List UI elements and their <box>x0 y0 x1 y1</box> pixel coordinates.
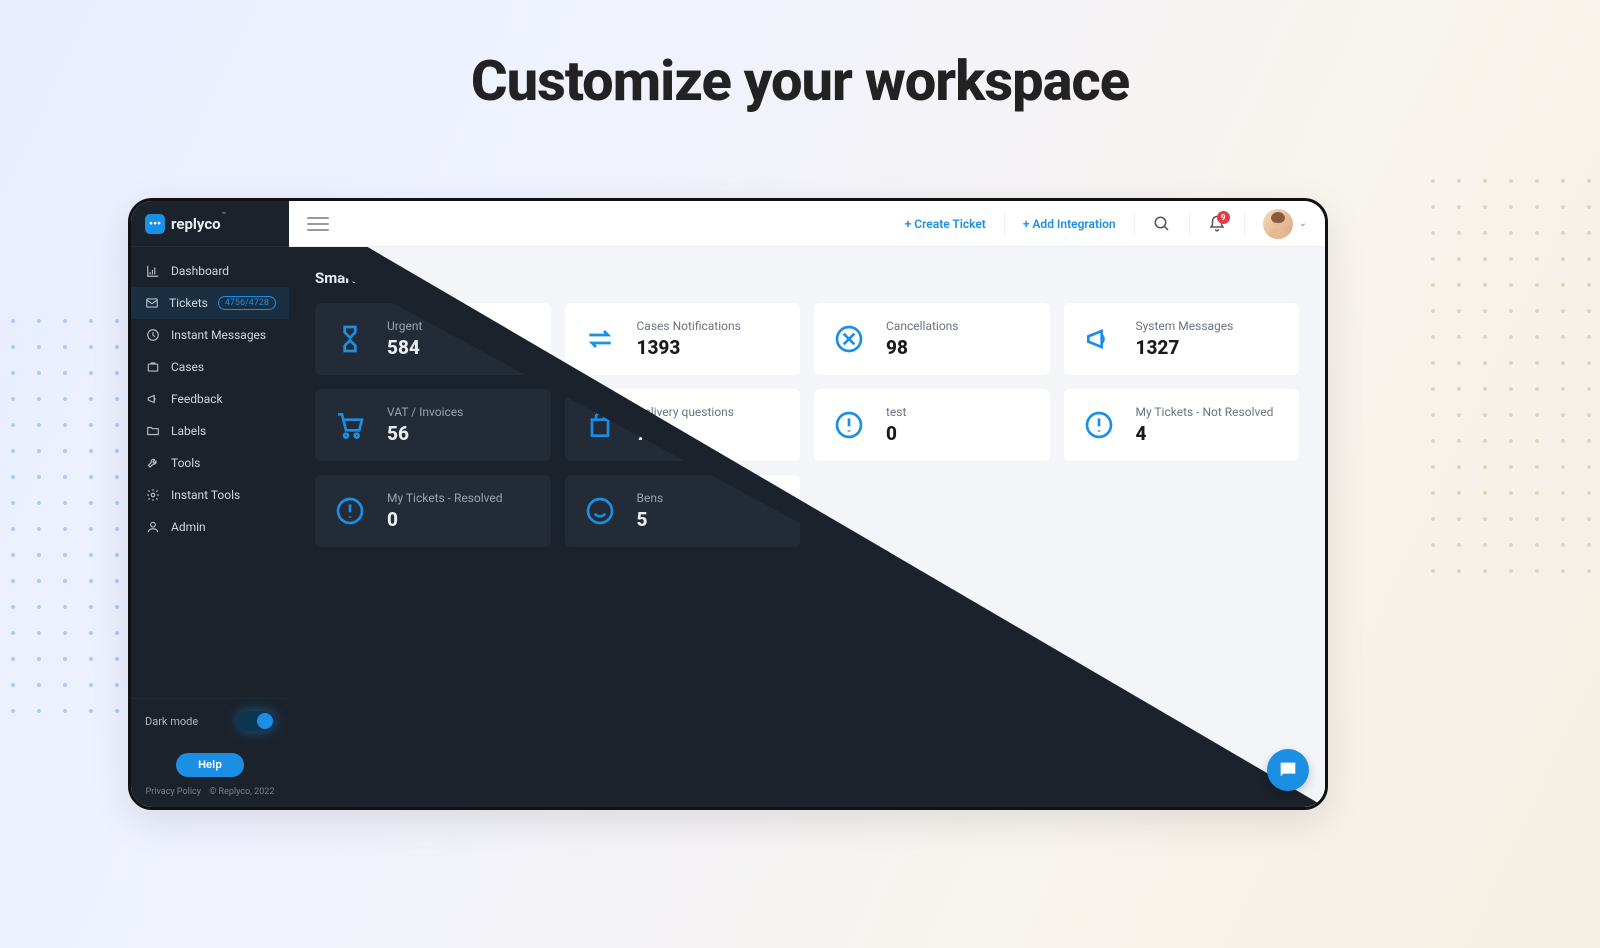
create-ticket-button[interactable]: + Create Ticket <box>905 217 986 231</box>
cancel-icon <box>830 320 868 358</box>
filter-label: VAT / Invoices <box>387 405 463 419</box>
megaphone-icon <box>145 392 161 406</box>
sidebar-item-label: Tools <box>171 456 200 470</box>
filter-label: Cases Notifications <box>637 319 741 333</box>
filter-label: Urgent <box>387 319 422 333</box>
sidebar-item-label: Labels <box>171 424 206 438</box>
folder-icon <box>145 424 161 438</box>
cart-icon <box>331 406 369 444</box>
filter-card[interactable]: My Tickets - Resolved 0 <box>315 475 551 547</box>
sidebar-nav: Dashboard Tickets 4756/4728 Instant Message… <box>131 247 289 698</box>
filter-label: My Tickets - Resolved <box>387 491 503 505</box>
logo-mark-icon: ••• <box>145 214 165 234</box>
sidebar-item-label: Feedback <box>171 392 223 406</box>
sidebar-item-labels[interactable]: Labels <box>131 415 289 447</box>
sidebar-item-admin[interactable]: Admin <box>131 511 289 543</box>
copyright-text: © Replyco, 2022 <box>209 787 274 797</box>
filter-card[interactable]: test 0 <box>814 389 1050 461</box>
section-title: Smart Filters <box>315 269 1299 287</box>
filter-card[interactable]: System Messages 1327 <box>1064 303 1300 375</box>
hamburger-icon[interactable] <box>307 213 329 235</box>
filter-card[interactable]: Cases Notifications 1393 <box>565 303 801 375</box>
decorative-dots-right <box>1420 168 1600 588</box>
user-icon <box>145 520 161 534</box>
separator <box>1004 212 1005 236</box>
filter-label: Delivery questions <box>637 405 735 419</box>
filter-count: 1393 <box>637 336 741 359</box>
help-button[interactable]: Help <box>176 753 244 777</box>
alert-icon <box>331 492 369 530</box>
chart-icon <box>145 264 161 278</box>
filter-count: 584 <box>387 336 422 359</box>
notification-badge: 9 <box>1217 211 1230 224</box>
dark-mode-row: Dark mode <box>131 698 289 743</box>
search-icon[interactable] <box>1153 215 1171 233</box>
filter-label: Cancellations <box>886 319 958 333</box>
notifications-icon[interactable]: 9 <box>1208 215 1226 233</box>
sidebar-item-feedback[interactable]: Feedback <box>131 383 289 415</box>
separator <box>1134 212 1135 236</box>
filter-count: 56 <box>387 422 463 445</box>
logo: ••• replyco ™ <box>131 201 289 247</box>
filter-count: 4 <box>1136 422 1274 445</box>
sidebar-item-cases[interactable]: Cases <box>131 351 289 383</box>
hourglass-icon <box>331 320 369 358</box>
megaphone-icon <box>1080 320 1118 358</box>
filter-count: 0 <box>387 508 503 531</box>
chat-fab-button[interactable] <box>1267 749 1309 791</box>
topbar: + Create Ticket + Add Integration 9 ⌄ <box>289 201 1325 247</box>
separator <box>1244 212 1245 236</box>
hero-title: Customize your workspace <box>0 48 1600 114</box>
wrench-icon <box>145 456 161 470</box>
sidebar-item-tools[interactable]: Tools <box>131 447 289 479</box>
sidebar-item-label: Instant Messages <box>171 328 266 342</box>
filter-count: 98 <box>886 336 958 359</box>
sidebar-item-label: Instant Tools <box>171 488 240 502</box>
filter-card[interactable]: Cancellations 98 <box>814 303 1050 375</box>
filter-count: 1327 <box>1136 336 1234 359</box>
sidebar-item-label: Dashboard <box>171 264 229 278</box>
filter-label: System Messages <box>1136 319 1234 333</box>
filter-label: Bens <box>637 491 664 505</box>
dark-mode-label: Dark mode <box>145 715 198 728</box>
filter-label: test <box>886 405 906 419</box>
mail-icon <box>145 296 159 310</box>
sidebar-item-dashboard[interactable]: Dashboard <box>131 255 289 287</box>
privacy-link[interactable]: Privacy Policy <box>146 787 201 797</box>
sidebar-footer: Privacy Policy © Replyco, 2022 <box>131 783 289 807</box>
sidebar-item-label: Admin <box>171 520 206 534</box>
filter-label: My Tickets - Not Resolved <box>1136 405 1274 419</box>
filter-card[interactable]: My Tickets - Not Resolved 4 <box>1064 389 1300 461</box>
filter-count: 77 <box>637 422 735 445</box>
sidebar: ••• replyco ™ Dashboard Tickets 4756/4728 I… <box>131 201 289 807</box>
help-row: Help <box>131 743 289 783</box>
alert-icon <box>830 406 868 444</box>
sidebar-item-instant-tools[interactable]: Instant Tools <box>131 479 289 511</box>
app-window: ••• replyco ™ Dashboard Tickets 4756/4728 I… <box>128 198 1328 810</box>
dark-mode-toggle[interactable] <box>237 711 275 731</box>
smile-icon <box>581 492 619 530</box>
logo-trademark: ™ <box>222 211 226 219</box>
loop-icon <box>581 320 619 358</box>
sidebar-badge: 4756/4728 <box>218 296 276 310</box>
filter-card[interactable]: VAT / Invoices 56 <box>315 389 551 461</box>
filter-count: 5 <box>637 508 664 531</box>
gear-icon <box>145 488 161 502</box>
avatar[interactable] <box>1263 209 1293 239</box>
sidebar-item-label: Cases <box>171 360 204 374</box>
sidebar-item-tickets[interactable]: Tickets 4756/4728 <box>131 287 289 319</box>
case-icon <box>145 360 161 374</box>
avatar-chevron-icon[interactable]: ⌄ <box>1299 218 1307 229</box>
sidebar-item-label: Tickets <box>169 296 208 310</box>
add-integration-button[interactable]: + Add Integration <box>1023 217 1116 231</box>
alert-icon <box>1080 406 1118 444</box>
filter-count: 0 <box>886 422 906 445</box>
sidebar-item-instant-messages[interactable]: Instant Messages <box>131 319 289 351</box>
logo-text: replyco <box>171 215 221 233</box>
separator <box>1189 212 1190 236</box>
clock-icon <box>145 328 161 342</box>
